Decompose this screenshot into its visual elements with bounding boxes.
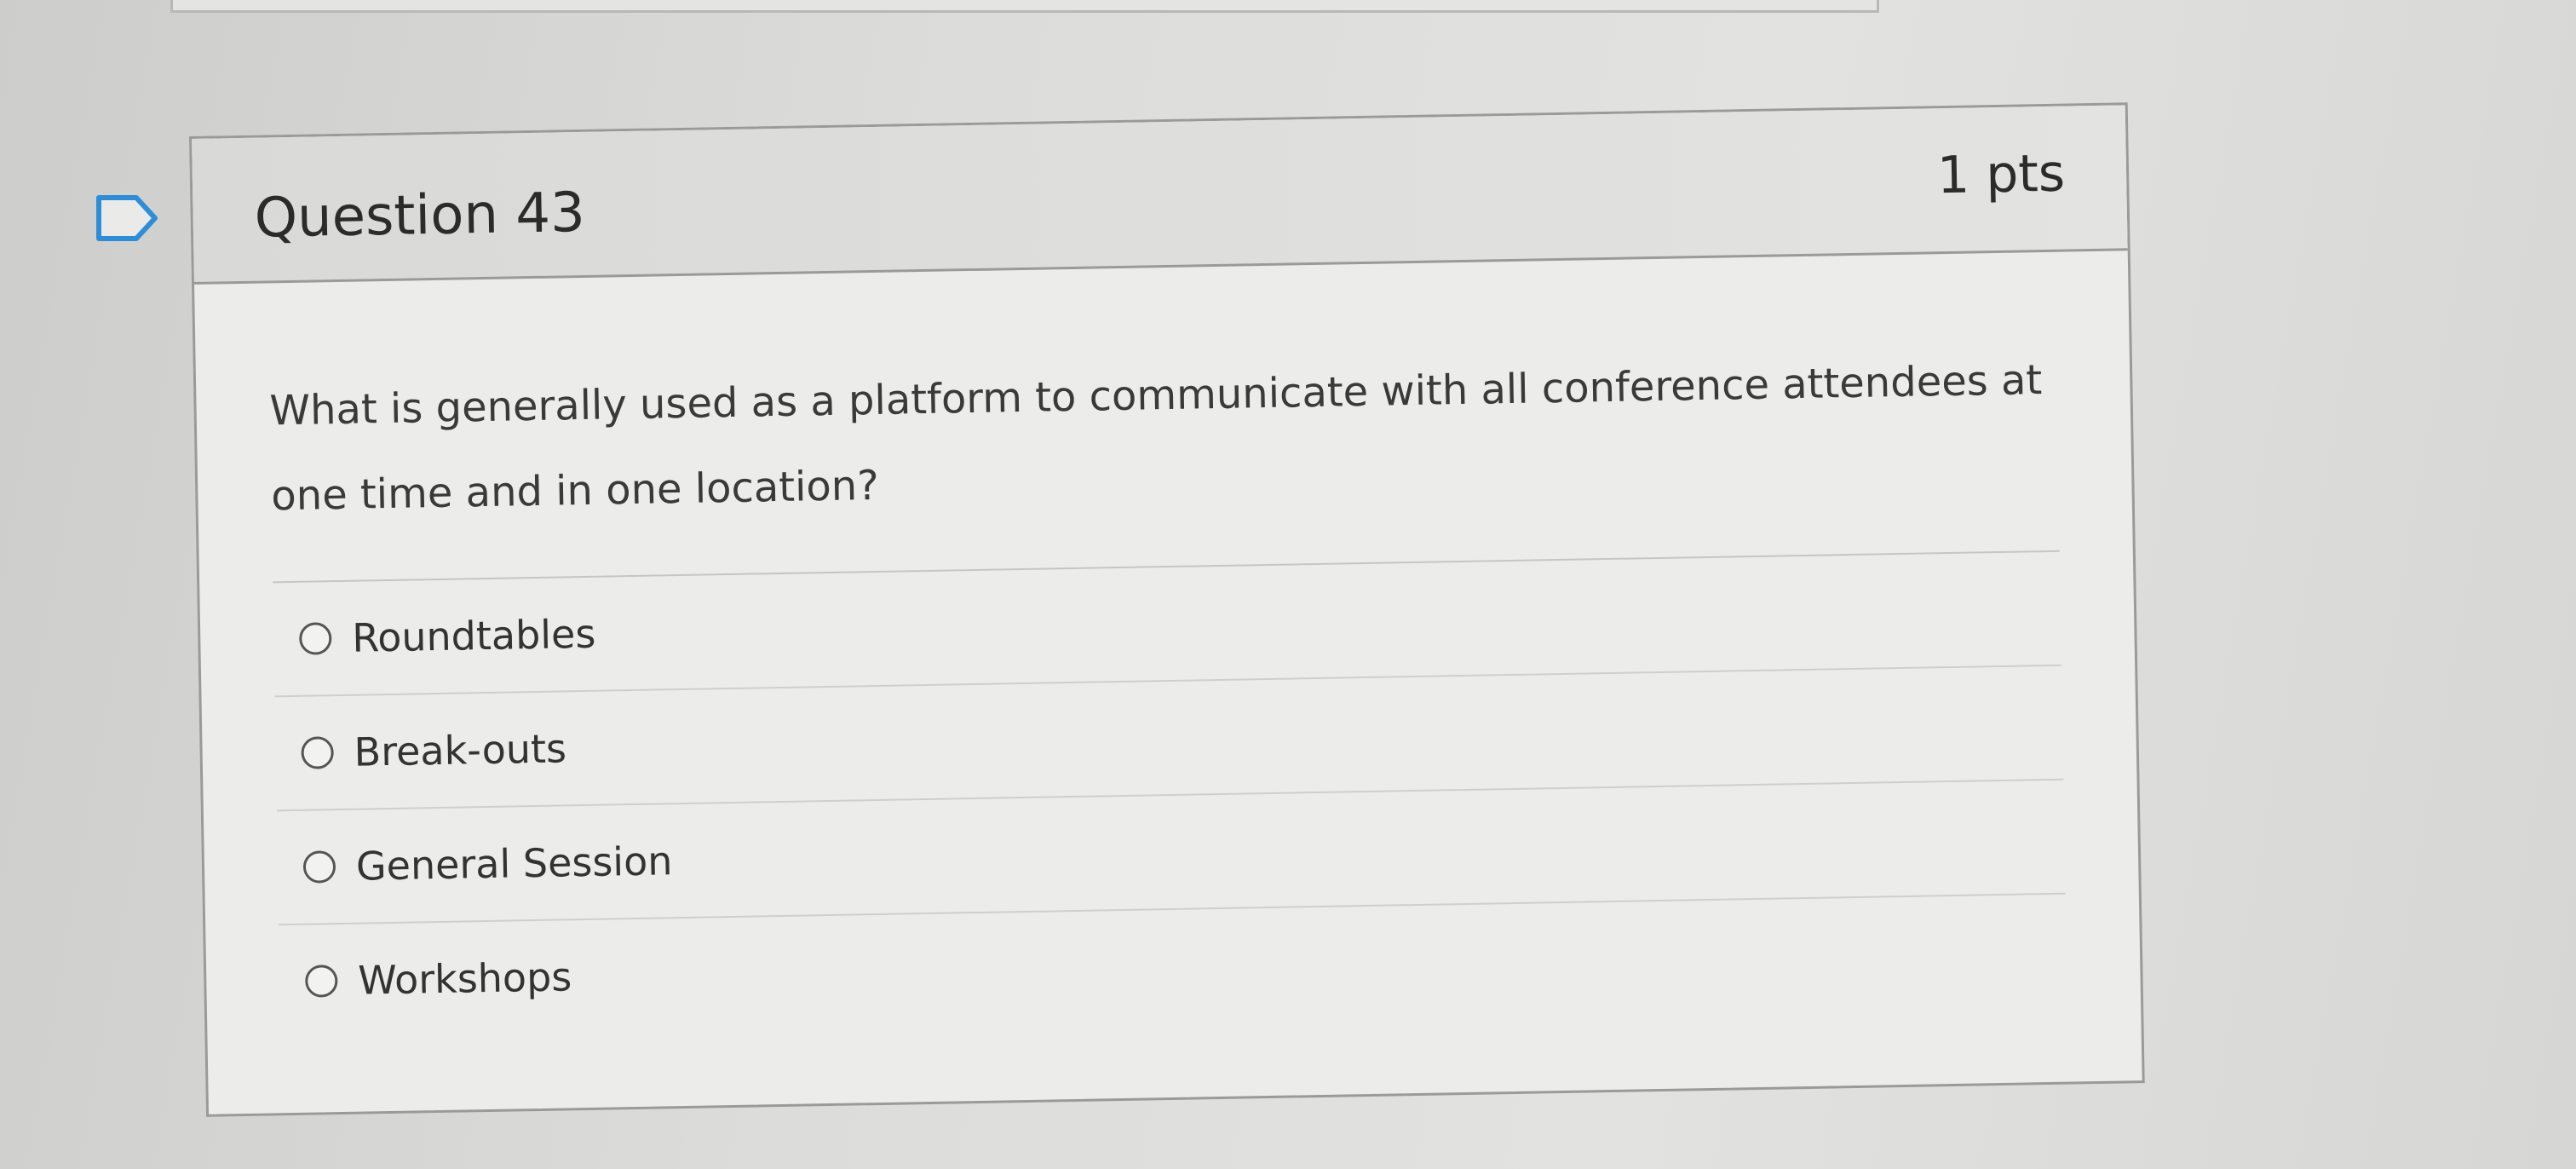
question-points: 1 pts [1936, 143, 2066, 206]
answer-label: Workshops [357, 953, 572, 1004]
question-title: Question 43 [254, 181, 586, 250]
flag-question-icon[interactable] [95, 193, 160, 244]
radio-button[interactable] [298, 622, 332, 655]
previous-question-card-edge [170, 0, 1879, 13]
question-card: Question 43 1 pts What is generally used… [189, 102, 2145, 1117]
question-body: What is generally used as a platform to … [194, 250, 2141, 1039]
answer-label: Roundtables [351, 610, 596, 661]
question-text: What is generally used as a platform to … [269, 356, 2043, 521]
answer-list: Roundtables Break-outs General Session W… [273, 550, 2068, 1039]
answer-label: Break-outs [354, 725, 567, 775]
radio-button[interactable] [302, 850, 336, 884]
radio-button[interactable] [304, 965, 338, 998]
answer-label: General Session [355, 838, 673, 890]
radio-button[interactable] [301, 736, 334, 769]
